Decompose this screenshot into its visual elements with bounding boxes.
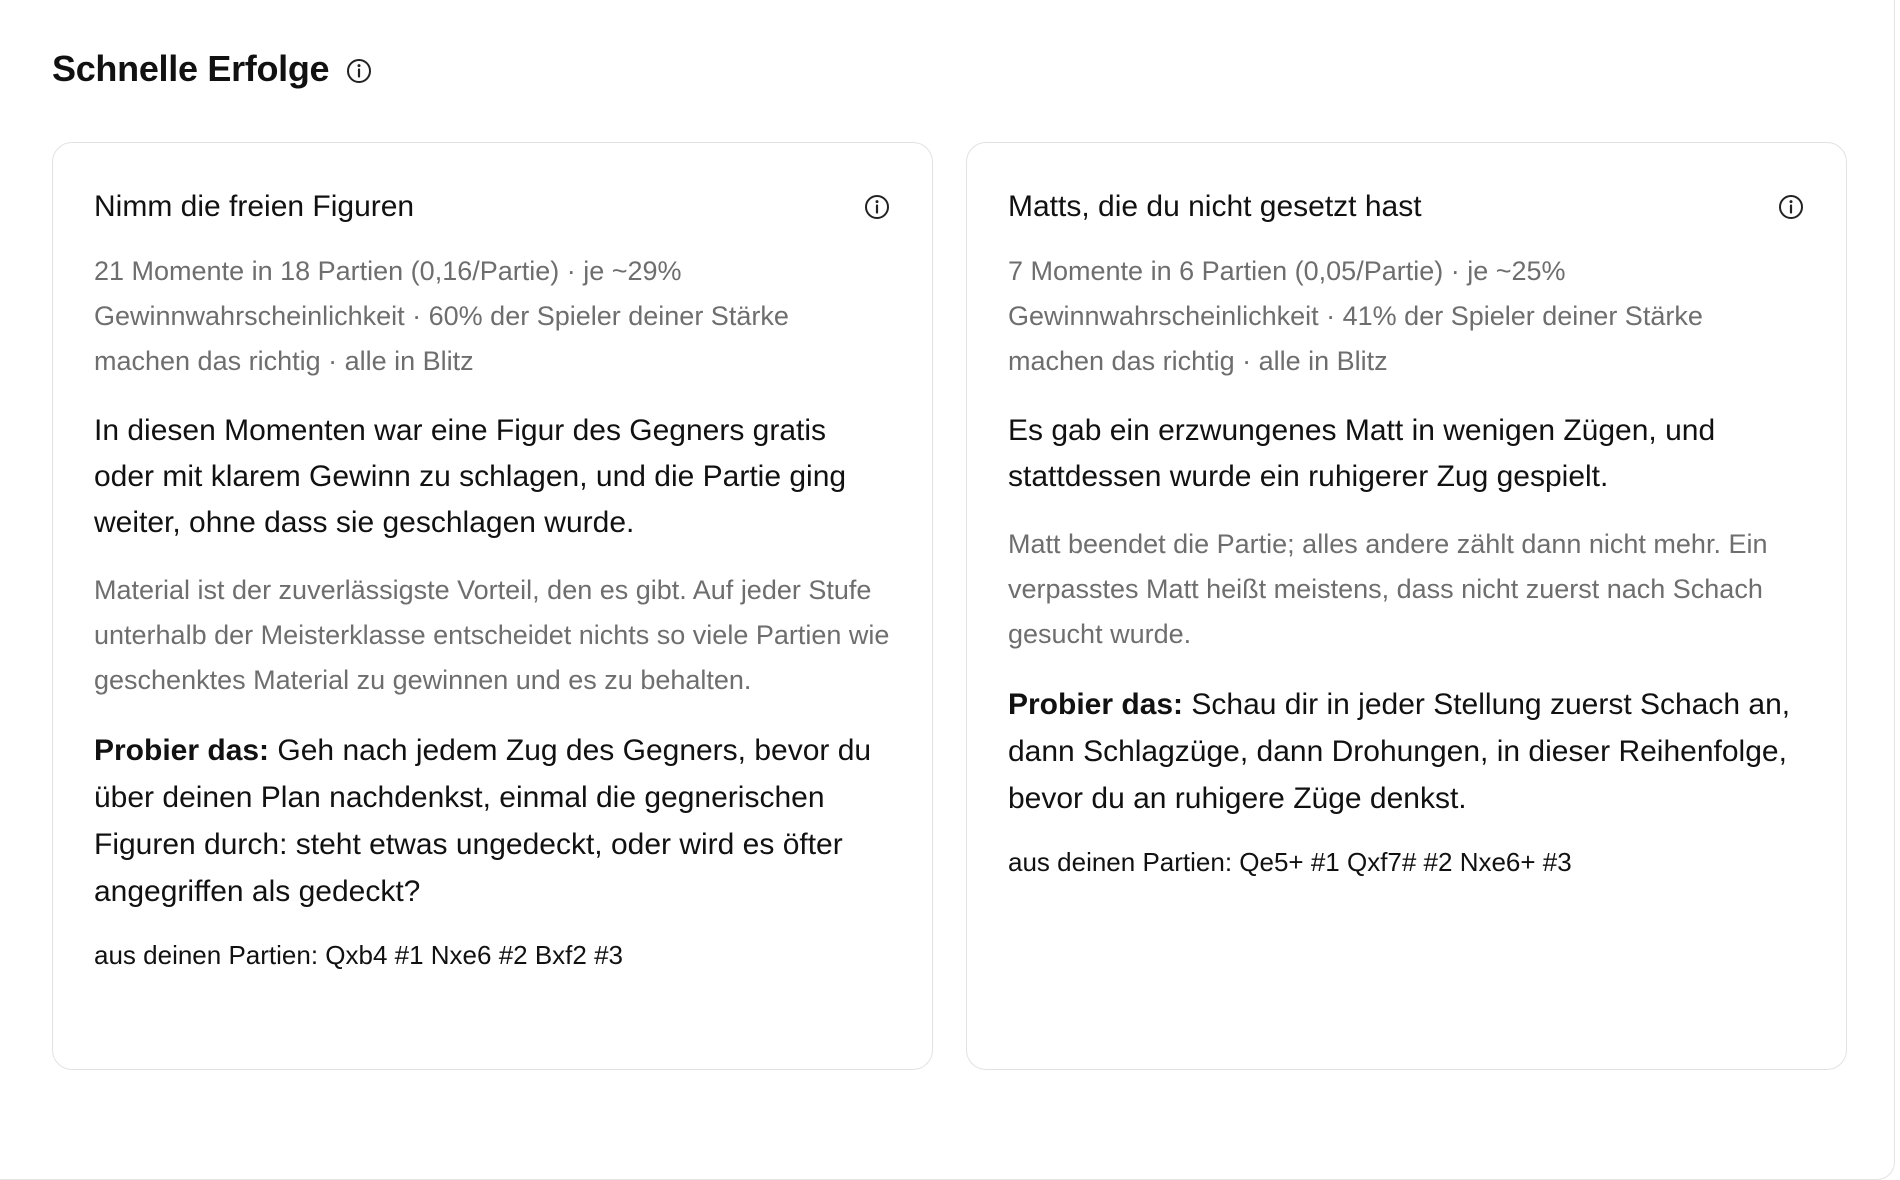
insight-card: Nimm die freien Figuren 21 Momente in 18… — [52, 142, 933, 1070]
card-title: Matts, die du nicht gesetzt hast — [1008, 190, 1422, 223]
card-title: Nimm die freien Figuren — [94, 190, 415, 223]
card-games: aus deinen Partien: Qxb4 #1 Nxe6 #2 Bxf2… — [94, 940, 624, 970]
card-note: Matt beendet die Partie; alles andere zä… — [1008, 529, 1768, 649]
card-description: Es gab ein erzwungenes Matt in wenigen Z… — [1008, 414, 1716, 493]
card-tip: Probier das: Geh nach jedem Zug des Gegn… — [94, 727, 891, 915]
info-icon[interactable] — [863, 193, 891, 221]
insight-card: Matts, die du nicht gesetzt hast 7 Momen… — [966, 142, 1847, 1070]
section-title: Schnelle Erfolge — [52, 48, 330, 89]
card-description: In diesen Momenten war eine Figur des Ge… — [94, 414, 847, 539]
info-icon[interactable] — [345, 57, 373, 85]
card-stats: 7 Momente in 6 Partien (0,05/Partie) · j… — [1008, 256, 1703, 376]
info-icon[interactable] — [1777, 193, 1805, 221]
tip-label: Probier das: — [1008, 688, 1184, 721]
card-stats: 21 Momente in 18 Partien (0,16/Partie) ·… — [94, 256, 789, 376]
card-games: aus deinen Partien: Qe5+ #1 Qxf7# #2 Nxe… — [1008, 847, 1572, 877]
section-header: Schnelle Erfolge — [52, 48, 373, 90]
card-note: Material ist der zuverlässigste Vorteil,… — [94, 575, 890, 695]
card-tip: Probier das: Schau dir in jeder Stellung… — [1008, 681, 1805, 822]
tip-label: Probier das: — [94, 734, 270, 767]
